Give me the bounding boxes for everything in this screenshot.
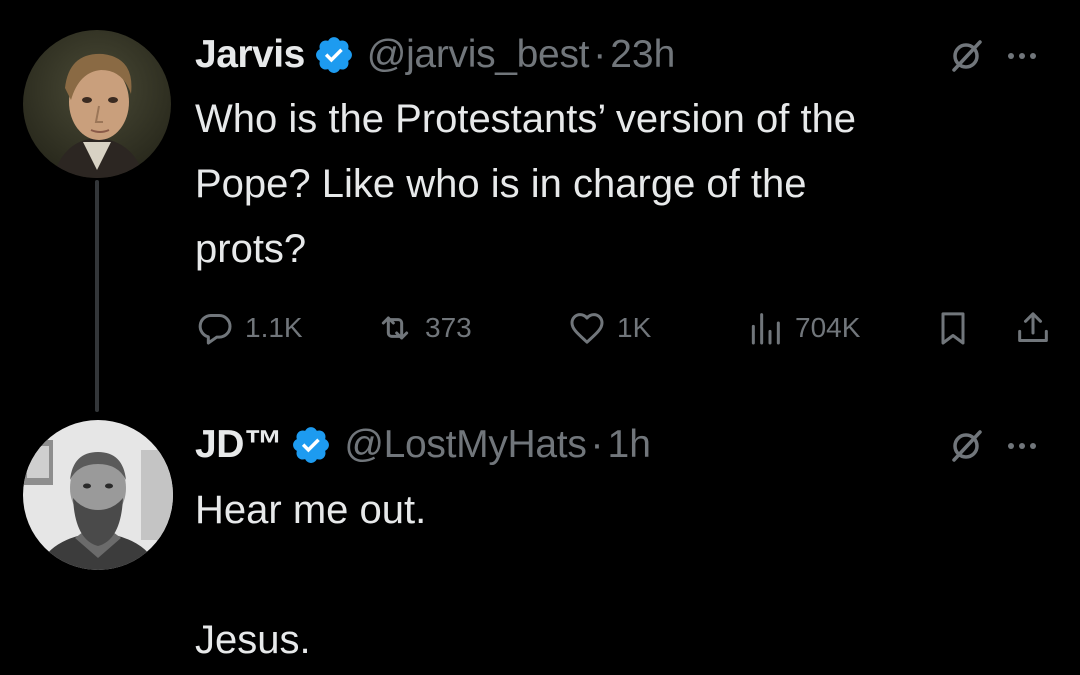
timestamp[interactable]: 23h [610,33,675,77]
views-icon [751,313,780,345]
avatar[interactable] [23,30,171,178]
separator-dot: · [590,423,604,466]
user-handle[interactable]: @jarvis_best [367,33,590,77]
reply-button[interactable]: 1.1K [195,303,303,353]
display-name[interactable]: Jarvis [195,33,305,77]
reply-icon [198,314,232,345]
verified-badge-icon [313,34,355,76]
retweet-count: 373 [425,312,472,343]
separator-dot: · [593,33,607,76]
display-name[interactable]: JD™ [195,423,283,467]
view-count: 704K [795,312,861,343]
grok-icon[interactable] [946,426,986,466]
more-icon[interactable] [1004,428,1040,464]
tweet-header: JD™ @LostMyHats · 1h [195,420,1060,470]
share-icon [1018,312,1048,342]
tweet-original[interactable]: Jarvis @jarvis_best · 23h Who is the Pro… [0,0,1080,400]
user-handle[interactable]: @LostMyHats [344,423,586,467]
like-icon [570,313,604,344]
tweet-actions: 1.1K 373 1K 704K [195,303,1065,353]
tweet-reply[interactable]: JD™ @LostMyHats · 1h Hear me out. Jesus. [0,400,1080,675]
grok-icon[interactable] [946,36,986,76]
views-button[interactable]: 704K [745,303,860,353]
tweet-text: Hear me out. Jesus. [195,488,427,662]
verified-badge-icon [290,424,332,466]
bookmark-icon [941,312,965,345]
header-actions [946,36,1040,76]
bookmark-button[interactable] [933,303,973,353]
header-actions [946,426,1040,466]
reply-count: 1.1K [245,312,303,343]
tweet-header: Jarvis @jarvis_best · 23h [195,30,1060,80]
share-button[interactable] [1013,303,1053,353]
timestamp[interactable]: 1h [608,423,651,467]
like-count: 1K [617,312,652,343]
tweet-text: Who is the Protestants’ version of the P… [195,97,857,271]
more-icon[interactable] [1004,38,1040,74]
retweet-icon [381,316,409,340]
retweet-button[interactable]: 373 [375,303,472,353]
avatar[interactable] [23,420,173,570]
like-button[interactable]: 1K [567,303,651,353]
